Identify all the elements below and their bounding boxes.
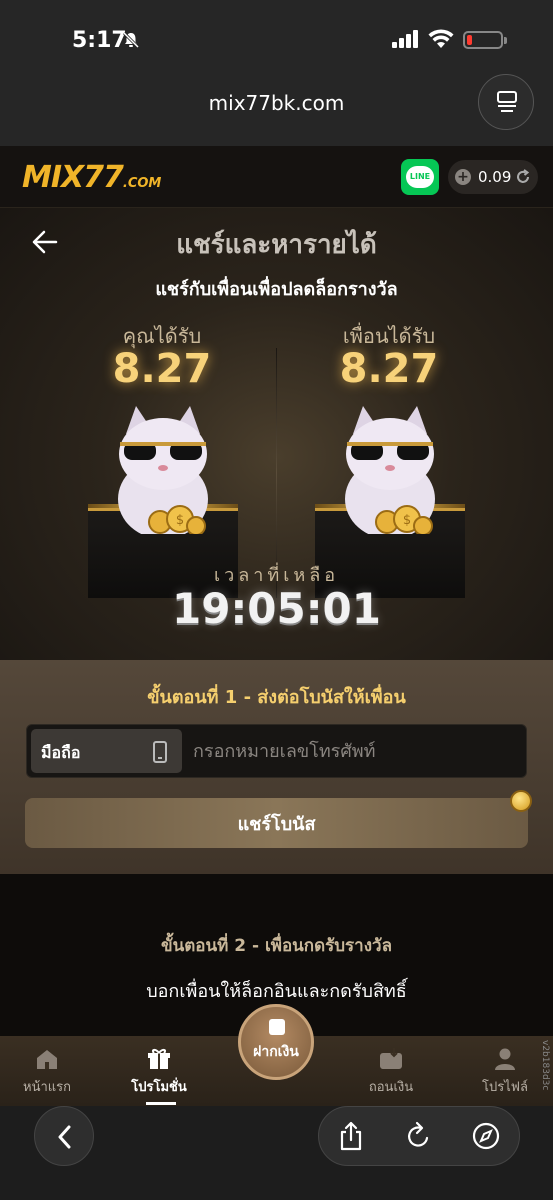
deposit-button[interactable]: ฝากเงิน bbox=[238, 1004, 314, 1080]
deposit-label: ฝากเงิน bbox=[253, 1044, 299, 1060]
share-hero: แชร์และหารายได้ แชร์กับเพื่อนเพื่อปลดล็อ… bbox=[0, 208, 553, 660]
ios-status-bar: 5:17 bbox=[0, 0, 553, 80]
line-chat-button[interactable]: LINE bbox=[401, 159, 439, 195]
wallet-icon bbox=[380, 1048, 402, 1069]
phone-number-input[interactable] bbox=[193, 735, 513, 767]
nav-profile-label: โปรไฟล์ bbox=[482, 1080, 528, 1095]
battery-icon bbox=[463, 31, 507, 49]
svg-text:$: $ bbox=[176, 513, 184, 528]
friend-receive-amount: 8.27 bbox=[339, 346, 439, 392]
bell-mute-icon bbox=[122, 31, 140, 49]
deposit-icon bbox=[269, 1019, 285, 1035]
nav-withdraw[interactable]: ถอนเงิน bbox=[346, 1048, 436, 1097]
version-tag: v2b183d3c bbox=[540, 1040, 550, 1091]
nav-profile[interactable]: โปรไฟล์ bbox=[460, 1048, 550, 1097]
user-icon bbox=[495, 1048, 515, 1070]
mobile-phone-icon bbox=[153, 741, 167, 763]
coin-icon bbox=[510, 790, 532, 812]
phone-prefix-label: มือถือ bbox=[41, 743, 81, 762]
reload-icon[interactable] bbox=[403, 1121, 433, 1151]
phone-field[interactable]: มือถือ bbox=[26, 724, 527, 778]
countdown-timer: 19:05:01 bbox=[172, 584, 381, 633]
browser-url-bar[interactable]: mix77bk.com bbox=[0, 74, 553, 146]
page-subtitle: แชร์กับเพื่อนเพื่อปลดล็อกรางวัล bbox=[155, 279, 398, 300]
step2-title: ขั้นตอนที่ 2 - เพื่อนกดรับรางวัล bbox=[160, 936, 392, 956]
site-logo[interactable]: MIX77.COM bbox=[22, 160, 161, 195]
browser-actions bbox=[318, 1106, 520, 1166]
nav-withdraw-label: ถอนเงิน bbox=[368, 1080, 414, 1095]
compass-icon[interactable] bbox=[471, 1121, 501, 1151]
nav-home-label: หน้าแรก bbox=[23, 1080, 71, 1095]
refresh-icon[interactable] bbox=[515, 169, 531, 185]
svg-text:$: $ bbox=[403, 513, 411, 528]
step2-description: บอกเพื่อนให้ล็อกอินและกดรับสิทธิ์ bbox=[146, 981, 407, 1002]
nav-home[interactable]: หน้าแรก bbox=[2, 1048, 92, 1097]
nav-active-indicator bbox=[146, 1102, 176, 1105]
phone-prefix: มือถือ bbox=[31, 729, 182, 773]
browser-back-button[interactable] bbox=[34, 1106, 94, 1166]
line-icon: LINE bbox=[406, 166, 434, 188]
nav-promotion-label: โปรโมชั่น bbox=[131, 1080, 187, 1095]
home-icon bbox=[37, 1050, 57, 1069]
cat-with-coins-image: $ bbox=[345, 406, 435, 534]
url-text[interactable]: mix77bk.com bbox=[0, 91, 553, 115]
plus-icon[interactable]: + bbox=[455, 169, 471, 185]
cellular-signal-icon bbox=[392, 30, 418, 48]
site-header: MIX77.COM LINE + 0.09 bbox=[0, 146, 553, 208]
you-receive-amount: 8.27 bbox=[112, 346, 212, 392]
balance-pill[interactable]: + 0.09 bbox=[448, 160, 538, 194]
tabs-icon bbox=[497, 91, 517, 112]
share-bonus-button[interactable]: แชร์โบนัส bbox=[25, 798, 528, 848]
nav-promotion[interactable]: โปรโมชั่น bbox=[114, 1048, 204, 1097]
tab-overview-button[interactable] bbox=[478, 74, 534, 130]
gift-icon bbox=[148, 1049, 170, 1069]
balance-value: 0.09 bbox=[478, 168, 512, 186]
wifi-icon bbox=[428, 29, 454, 48]
browser-toolbar bbox=[0, 1106, 553, 1200]
status-time: 5:17 bbox=[72, 28, 127, 53]
step1-section: ขั้นตอนที่ 1 - ส่งต่อโบนัสให้เพื่อน มือถ… bbox=[0, 660, 553, 874]
step1-title: ขั้นตอนที่ 1 - ส่งต่อโบนัสให้เพื่อน bbox=[147, 687, 406, 708]
page-title: แชร์และหารายได้ bbox=[176, 230, 377, 260]
cat-with-coins-image: $ bbox=[118, 406, 208, 534]
share-icon[interactable] bbox=[336, 1121, 366, 1151]
chevron-left-icon bbox=[58, 1125, 71, 1149]
